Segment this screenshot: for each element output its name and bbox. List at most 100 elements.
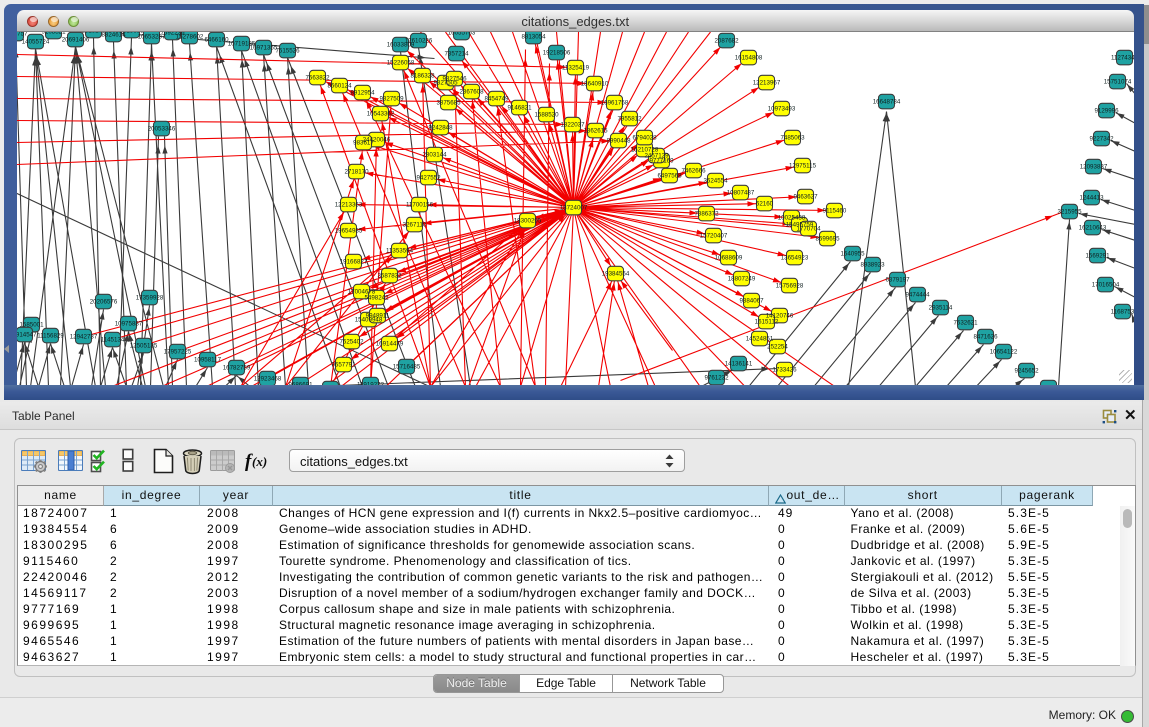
- svg-text:9115460: 9115460: [822, 208, 846, 215]
- svg-text:12505135: 12505135: [129, 343, 157, 350]
- svg-text:1588520: 1588520: [534, 112, 559, 119]
- svg-text:15278602: 15278602: [175, 34, 203, 41]
- svg-text:7625402: 7625402: [339, 339, 364, 346]
- svg-text:16154808: 16154808: [734, 55, 762, 62]
- svg-text:18724007: 18724007: [559, 205, 587, 212]
- svg-text:252254: 252254: [767, 344, 788, 351]
- svg-text:1168753: 1168753: [1110, 309, 1134, 316]
- svg-text:19384554: 19384554: [601, 271, 629, 278]
- svg-text:18300295: 18300295: [513, 218, 541, 225]
- svg-text:10688609: 10688609: [714, 255, 742, 262]
- svg-text:7462666: 7462666: [681, 168, 706, 175]
- svg-text:6379197: 6379197: [885, 277, 910, 284]
- svg-text:1244413: 1244413: [1079, 195, 1104, 202]
- svg-text:9227342: 9227342: [1089, 136, 1114, 143]
- svg-text:20691406: 20691406: [61, 37, 89, 44]
- svg-text:11156829: 11156829: [37, 333, 64, 340]
- svg-text:3215955: 3215955: [1057, 209, 1082, 216]
- svg-text:12923468: 12923468: [253, 376, 281, 383]
- svg-text:14136141: 14136141: [724, 361, 752, 368]
- svg-text:2087682: 2087682: [714, 38, 739, 45]
- svg-text:9657791: 9657791: [331, 362, 356, 369]
- svg-text:62160: 62160: [755, 201, 773, 208]
- svg-text:18807249: 18807249: [727, 276, 755, 283]
- svg-text:5498242: 5498242: [364, 295, 389, 302]
- svg-text:6497568: 6497568: [657, 173, 682, 180]
- svg-text:7632621: 7632621: [953, 320, 978, 327]
- svg-text:8813054: 8813054: [521, 34, 546, 41]
- svg-text:15756928: 15756928: [775, 283, 803, 290]
- svg-text:3267110: 3267110: [402, 222, 426, 229]
- svg-text:16648784: 16648784: [872, 99, 900, 106]
- svg-text:14055724: 14055724: [21, 39, 49, 46]
- svg-text:2367608: 2367608: [459, 89, 484, 96]
- svg-text:8990448: 8990448: [606, 138, 631, 145]
- svg-text:10958117: 10958117: [193, 357, 221, 364]
- svg-text:15751074: 15751074: [1103, 79, 1131, 86]
- svg-text:1770704: 1770704: [796, 226, 821, 233]
- svg-text:13654923: 13654923: [780, 255, 808, 262]
- svg-text:16914479: 16914479: [375, 341, 403, 348]
- svg-text:16210643: 16210643: [1078, 225, 1106, 232]
- svg-text:7357214: 7357214: [444, 51, 469, 58]
- svg-text:9146821: 9146821: [507, 105, 532, 112]
- svg-text:2718170: 2718170: [344, 169, 369, 176]
- svg-text:6794028: 6794028: [632, 135, 657, 142]
- svg-text:14524851: 14524851: [745, 336, 773, 343]
- svg-text:15720407: 15720407: [699, 233, 727, 240]
- svg-text:8912954: 8912954: [350, 90, 375, 97]
- svg-text:3587832: 3587832: [377, 273, 402, 280]
- svg-text:8454749: 8454749: [484, 96, 509, 103]
- svg-text:16210728: 16210728: [630, 147, 658, 154]
- svg-text:18640910: 18640910: [580, 81, 608, 88]
- svg-text:8699695: 8699695: [815, 236, 840, 243]
- svg-text:1733426: 1733426: [772, 367, 797, 374]
- svg-text:9242848: 9242848: [428, 125, 453, 132]
- svg-text:1585001: 1585001: [19, 322, 44, 329]
- svg-text:7663822: 7663822: [305, 75, 330, 82]
- svg-text:1615112: 1615112: [754, 319, 778, 326]
- svg-text:12093837: 12093837: [1079, 164, 1107, 171]
- svg-text:10807487: 10807487: [726, 190, 754, 197]
- svg-text:9384067: 9384067: [739, 298, 764, 305]
- svg-text:3624554: 3624554: [703, 178, 728, 185]
- svg-text:7485063: 7485063: [780, 135, 805, 142]
- svg-text:17957225: 17957225: [163, 349, 191, 356]
- svg-text:1569291: 1569291: [1085, 253, 1110, 260]
- svg-text:12942737: 12942737: [69, 334, 97, 341]
- svg-text:10025438: 10025438: [777, 215, 805, 222]
- svg-text:1145134: 1145134: [100, 337, 124, 344]
- svg-text:20206576: 20206576: [89, 299, 117, 306]
- svg-text:17016504: 17016504: [1091, 282, 1119, 289]
- svg-text:16961758: 16961758: [600, 100, 628, 107]
- svg-text:11700156: 11700156: [405, 202, 433, 209]
- svg-text:19654985: 19654985: [334, 228, 362, 235]
- svg-text:(x): (x): [252, 454, 267, 469]
- svg-text:11353594: 11353594: [385, 248, 413, 255]
- svg-text:983617: 983617: [353, 140, 374, 147]
- svg-text:9948911: 9948911: [365, 313, 389, 320]
- svg-text:7515526: 7515526: [275, 48, 300, 55]
- svg-text:1640955: 1640955: [840, 251, 865, 258]
- svg-text:16971355: 16971355: [249, 45, 277, 52]
- svg-text:2146757: 2146757: [17, 32, 28, 38]
- svg-text:3875685: 3875685: [436, 100, 461, 107]
- svg-text:12213363: 12213363: [334, 202, 362, 209]
- svg-text:2935114: 2935114: [928, 305, 952, 312]
- svg-text:11919272: 11919272: [356, 382, 384, 385]
- svg-text:16782759: 16782759: [222, 365, 250, 372]
- svg-text:1362615: 1362615: [583, 128, 608, 135]
- svg-text:9327509: 9327509: [379, 96, 404, 103]
- svg-text:12213967: 12213967: [752, 80, 780, 87]
- svg-text:10973493: 10973493: [767, 106, 795, 113]
- svg-text:8471626: 8471626: [973, 334, 998, 341]
- svg-text:9474444: 9474444: [905, 292, 930, 299]
- svg-text:10543362: 10543362: [366, 111, 394, 118]
- svg-text:9686691: 9686691: [288, 382, 313, 385]
- svg-text:11274341: 11274341: [1110, 55, 1134, 62]
- svg-text:9129996: 9129996: [1094, 108, 1119, 115]
- svg-text:20053346: 20053346: [147, 126, 175, 133]
- svg-text:8938923: 8938923: [860, 262, 885, 269]
- svg-text:9761232: 9761232: [704, 375, 729, 382]
- svg-text:16055763: 16055763: [447, 32, 475, 37]
